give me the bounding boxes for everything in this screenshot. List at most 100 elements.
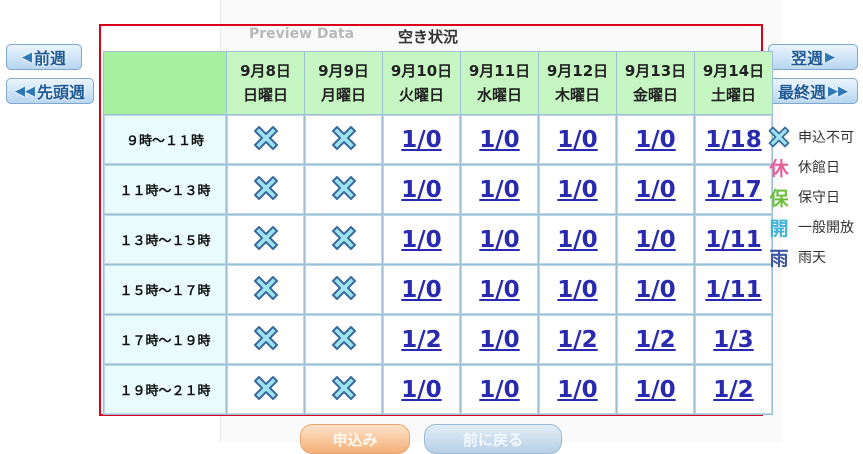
availability-link[interactable]: 1/2 [713,377,753,403]
availability-link[interactable]: 1/3 [713,327,753,353]
availability-link[interactable]: 1/2 [401,327,441,353]
table-header-row: 9月8日 日曜日 9月9日 月曜日 9月10日火曜日 9月11日水曜日 9月12日木… [104,52,772,114]
availability-cell: 1/0 [539,265,616,314]
availability-link[interactable]: 1/0 [479,277,519,303]
maintenance-day-icon: 保 [769,187,789,210]
availability-link[interactable]: 1/0 [557,127,597,153]
availability-link[interactable]: 1/0 [635,277,675,303]
availability-link[interactable]: 1/0 [557,227,597,253]
legend-item-closed: 休 休館日 [766,152,854,182]
availability-link[interactable]: 1/0 [401,277,441,303]
day-weekday: 土曜日 [710,86,756,104]
availability-link[interactable]: 1/0 [401,177,441,203]
availability-link[interactable]: 1/0 [557,277,597,303]
availability-link[interactable]: 1/0 [635,127,675,153]
double-arrow-right-icon: ▶▶ [828,83,848,99]
x-mark-icon [251,375,281,407]
availability-cell: 1/0 [461,265,538,314]
table-row: １１時～１３時 1/0 1/0 1/0 1/0 1/17 [104,165,772,214]
table-row: １７時～１９時 1/2 1/0 1/2 1/2 1/3 [104,315,772,364]
last-week-button[interactable]: 最終週 ▶▶ [768,78,858,104]
x-mark-icon [329,375,359,407]
first-week-button[interactable]: ◀◀ 先頭週 [6,78,94,104]
time-slot-label: １９時～２１時 [104,365,226,414]
day-date: 9月8日 [240,62,291,80]
availability-link[interactable]: 1/11 [705,277,761,303]
unavailable-cell [227,265,304,314]
availability-cell: 1/0 [617,215,694,264]
day-date: 9月10日 [390,62,453,80]
table-row: １３時～１５時 1/0 1/0 1/0 1/0 1/11 [104,215,772,264]
availability-link[interactable]: 1/2 [635,327,675,353]
availability-link[interactable]: 1/0 [479,177,519,203]
day-date: 9月11日 [468,62,531,80]
x-mark-icon [329,175,359,207]
apply-button[interactable]: 申込み [300,424,410,454]
availability-cell: 1/2 [383,315,460,364]
legend-label: 申込不可 [798,130,854,146]
availability-cell: 1/2 [695,365,772,414]
legend-label: 休館日 [798,160,840,176]
availability-cell: 1/2 [617,315,694,364]
next-week-label: 翌週 [790,49,823,68]
day-date: 9月13日 [624,62,687,80]
availability-link[interactable]: 1/0 [401,227,441,253]
availability-cell: 1/2 [539,315,616,364]
availability-link[interactable]: 1/0 [479,227,519,253]
x-mark-icon [329,225,359,257]
day-header: 9月9日 月曜日 [305,52,382,114]
legend-item-public-open: 開 一般開放 [766,212,854,242]
unavailable-cell [305,365,382,414]
availability-link[interactable]: 1/0 [635,377,675,403]
availability-link[interactable]: 1/0 [401,377,441,403]
availability-cell: 1/0 [539,165,616,214]
day-date: 9月12日 [546,62,609,80]
availability-link[interactable]: 1/17 [705,177,761,203]
availability-link[interactable]: 1/18 [705,127,761,153]
day-weekday: 水曜日 [476,86,522,104]
availability-cell: 1/0 [461,115,538,164]
availability-cell: 1/3 [695,315,772,364]
day-header: 9月12日 木曜日 [539,52,616,114]
availability-cell: 1/17 [695,165,772,214]
day-header: 9月8日 日曜日 [227,52,304,114]
closed-day-icon: 休 [769,157,789,180]
legend-label: 一般開放 [798,220,854,236]
day-weekday: 火曜日 [398,86,444,104]
x-mark-icon [329,125,359,157]
prev-week-button[interactable]: ◀ 前週 [6,44,82,70]
unavailable-cell [227,115,304,164]
availability-cell: 1/0 [383,165,460,214]
availability-link[interactable]: 1/2 [557,327,597,353]
table-row: １５時～１７時 1/0 1/0 1/0 1/0 1/11 [104,265,772,314]
availability-link[interactable]: 1/0 [635,227,675,253]
availability-link[interactable]: 1/0 [479,127,519,153]
x-mark-icon [251,275,281,307]
legend-label: 保守日 [798,190,840,206]
availability-cell: 1/0 [383,365,460,414]
availability-cell: 1/0 [461,165,538,214]
unavailable-cell [227,315,304,364]
next-week-button[interactable]: 翌週 ▶ [768,44,858,70]
day-date: 9月14日 [702,62,765,80]
day-header: 9月14日土曜日 [695,52,772,114]
unavailable-cell [305,315,382,364]
availability-link[interactable]: 1/11 [705,227,761,253]
arrow-right-icon: ▶ [825,49,835,65]
availability-link[interactable]: 1/0 [479,327,519,353]
availability-cell: 1/0 [617,365,694,414]
time-slot-label: １３時～１５時 [104,215,226,264]
availability-cell: 1/0 [539,365,616,414]
availability-link[interactable]: 1/0 [479,377,519,403]
availability-cell: 1/0 [383,265,460,314]
public-open-icon: 開 [769,217,789,240]
table-row: １９時～２１時 1/0 1/0 1/0 1/0 1/2 [104,365,772,414]
availability-link[interactable]: 1/0 [557,377,597,403]
back-button[interactable]: 前に戻る [424,424,562,454]
day-weekday: 金曜日 [632,86,678,104]
availability-link[interactable]: 1/0 [635,177,675,203]
availability-link[interactable]: 1/0 [557,177,597,203]
legend-item-rain: 雨 雨天 [766,242,854,272]
availability-link[interactable]: 1/0 [401,127,441,153]
day-header: 9月10日火曜日 [383,52,460,114]
